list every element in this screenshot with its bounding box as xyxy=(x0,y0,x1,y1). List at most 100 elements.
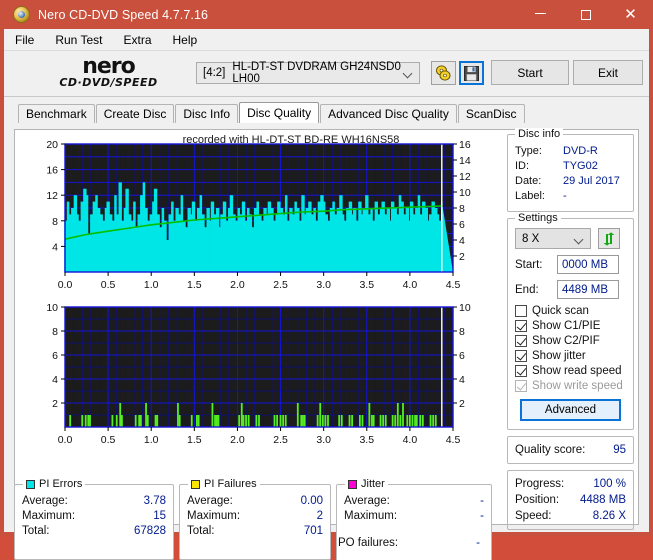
progress-label: Progress: xyxy=(515,478,565,490)
position-value: 4488 MB xyxy=(579,494,626,506)
checkbox-box xyxy=(515,365,527,377)
svg-text:3.0: 3.0 xyxy=(316,279,331,291)
disc-info-group: Disc info Type: DVD-R ID: TYG02 Date: 29… xyxy=(507,128,634,212)
drive-index-label: [4:2] xyxy=(203,67,226,79)
pi-errors-total-value: 67828 xyxy=(134,525,166,537)
pi-failures-chart: 2 2 4 4 6 6 8 8 10 10 0.0 0.5 1.0 1.5 2.0 2.5 3.0 3.5 4.0 4… xyxy=(46,302,471,446)
tab-bar: Benchmark Create Disc Disc Info Disc Qua… xyxy=(4,102,649,123)
nero-disc-icon xyxy=(13,6,30,23)
checkbox-quick-scan[interactable]: Quick scan xyxy=(515,305,626,317)
checkbox-show-jitter[interactable]: Show jitter xyxy=(515,350,626,362)
pi-failures-average-row: Average: 0.00 xyxy=(187,494,323,509)
svg-text:8: 8 xyxy=(459,203,465,215)
checkbox-label: Show C2/PIF xyxy=(532,335,600,347)
tab-scandisc[interactable]: ScanDisc xyxy=(457,104,525,123)
svg-text:10: 10 xyxy=(459,187,471,199)
jitter-color-swatch xyxy=(348,479,357,489)
checkbox-show-c2-pif[interactable]: Show C2/PIF xyxy=(515,335,626,347)
logo-subtitle: CD·DVD∕SPEED xyxy=(59,75,158,89)
refresh-arrows-icon xyxy=(603,231,615,246)
toolbar: nero CD·DVD∕SPEED [4:2] HL-DT-ST DVDRAM … xyxy=(4,51,649,97)
svg-text:0.5: 0.5 xyxy=(101,434,116,446)
svg-text:4: 4 xyxy=(52,374,58,386)
tab-benchmark[interactable]: Benchmark xyxy=(18,104,95,123)
checkbox-box xyxy=(515,335,527,347)
tab-create-disc[interactable]: Create Disc xyxy=(95,104,175,123)
floppy-save-icon xyxy=(464,65,479,81)
svg-text:0.0: 0.0 xyxy=(58,434,73,446)
tab-advanced-disc-quality[interactable]: Advanced Disc Quality xyxy=(320,104,457,123)
svg-text:6: 6 xyxy=(459,350,465,362)
svg-text:3.0: 3.0 xyxy=(316,434,331,446)
pi-failures-stats-group: PI Failures Average: 0.00 Maximum: 2 Tot… xyxy=(179,478,331,560)
pi-failures-maximum-value: 2 xyxy=(316,510,323,522)
disc-speed-icon-button[interactable] xyxy=(431,61,456,85)
disc-date-label: Date: xyxy=(515,175,542,187)
maximize-button[interactable] xyxy=(563,0,608,29)
tab-disc-info[interactable]: Disc Info xyxy=(175,104,239,123)
position-label: Position: xyxy=(515,494,560,506)
pi-errors-stats-group: PI Errors Average: 3.78 Maximum: 15 Tota… xyxy=(14,478,174,560)
window-controls: ✕ xyxy=(518,0,653,29)
drive-name-label: HL-DT-ST DVDRAM GH24NSD0 LH00 xyxy=(232,61,401,85)
start-button[interactable]: Start xyxy=(491,60,569,85)
start-label: Start: xyxy=(515,258,543,271)
pi-failures-legend: PI Failures xyxy=(188,478,260,490)
pi-failures-average-value: 0.00 xyxy=(300,495,323,507)
menu-item-file[interactable]: File xyxy=(13,32,36,48)
checkbox-show-c1-pie[interactable]: Show C1/PIE xyxy=(515,320,626,332)
charts-container: recorded with HL-DT-ST BD-RE WH16NS58 4 8… xyxy=(21,134,501,457)
svg-text:2: 2 xyxy=(459,251,465,263)
svg-text:1.0: 1.0 xyxy=(144,279,159,291)
pi-errors-color-swatch xyxy=(26,479,35,489)
speed-select[interactable]: 8 X xyxy=(515,228,591,249)
checkbox-label: Quick scan xyxy=(532,305,589,317)
advanced-button[interactable]: Advanced xyxy=(520,399,621,421)
svg-text:3.5: 3.5 xyxy=(359,279,374,291)
pi-errors-total-label: Total: xyxy=(22,525,50,537)
disc-type-label: Type: xyxy=(515,145,542,157)
save-button[interactable] xyxy=(459,61,484,85)
speed-value-label: 8 X xyxy=(522,232,540,245)
minimize-button[interactable] xyxy=(518,0,563,29)
svg-text:14: 14 xyxy=(459,155,471,167)
menu-item-help[interactable]: Help xyxy=(171,32,200,48)
svg-text:8: 8 xyxy=(52,326,58,338)
pi-failures-total-value: 701 xyxy=(303,525,323,537)
checkbox-box xyxy=(515,380,527,392)
svg-text:2: 2 xyxy=(459,398,465,410)
disc-info-row-label: Label: - xyxy=(515,189,626,204)
jitter-legend: Jitter xyxy=(345,478,388,490)
svg-text:6: 6 xyxy=(52,350,58,362)
refresh-button[interactable] xyxy=(598,228,620,249)
pi-errors-legend: PI Errors xyxy=(23,478,86,490)
settings-legend: Settings xyxy=(515,212,561,224)
jitter-legend-label: Jitter xyxy=(361,478,385,490)
logo-wordmark: nero xyxy=(82,53,136,79)
disc-info-legend: Disc info xyxy=(515,128,564,140)
chevron-down-icon xyxy=(404,69,412,77)
pi-errors-maximum-value: 15 xyxy=(153,510,166,522)
menu-item-run-test[interactable]: Run Test xyxy=(53,32,104,48)
pi-failures-total-row: Total: 701 xyxy=(187,524,323,539)
menu-item-extra[interactable]: Extra xyxy=(121,32,153,48)
pi-errors-maximum-row: Maximum: 15 xyxy=(22,509,166,524)
svg-text:0.0: 0.0 xyxy=(58,279,73,291)
end-input[interactable]: 4489 MB xyxy=(557,280,619,299)
close-button[interactable]: ✕ xyxy=(608,0,653,29)
svg-text:2.0: 2.0 xyxy=(230,434,245,446)
checkbox-show-read-speed[interactable]: Show read speed xyxy=(515,365,626,377)
tab-disc-quality[interactable]: Disc Quality xyxy=(239,102,320,123)
title-bar: Nero CD-DVD Speed 4.7.7.16 ✕ xyxy=(0,0,653,29)
svg-text:3.5: 3.5 xyxy=(359,434,374,446)
pi-errors-chart: 481216202468101214160.0 0.5 1.0 1.5 2.0 2.5 3.… xyxy=(46,139,471,291)
drive-select[interactable]: [4:2] HL-DT-ST DVDRAM GH24NSD0 LH00 xyxy=(196,61,420,85)
svg-text:12: 12 xyxy=(459,171,471,183)
checkbox-label: Show write speed xyxy=(532,380,623,392)
speed-label: Speed: xyxy=(515,510,552,522)
start-input[interactable]: 0000 MB xyxy=(557,255,619,274)
disc-type-value: DVD-R xyxy=(563,145,598,157)
exit-button[interactable]: Exit xyxy=(573,60,643,85)
svg-text:6: 6 xyxy=(459,219,465,231)
menu-bar: File Run Test Extra Help xyxy=(4,29,649,51)
